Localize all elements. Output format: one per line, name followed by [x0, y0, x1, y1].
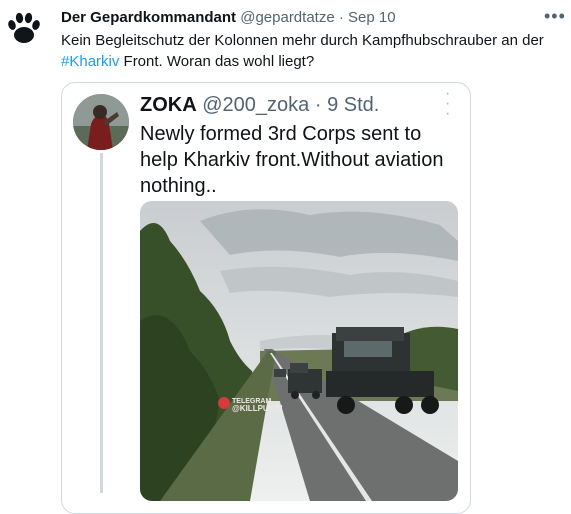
avatar[interactable]	[4, 8, 44, 48]
tweet[interactable]: Der Gepardkommandant @gepardtatze · Sep …	[0, 0, 571, 514]
hashtag-link[interactable]: #Kharkiv	[61, 53, 119, 70]
separator: ·	[314, 94, 322, 116]
quoted-text: Newly formed 3rd Corps sent to help Khar…	[140, 123, 444, 197]
quoted-display-name[interactable]: ZOKA	[140, 94, 197, 116]
profile-photo	[73, 94, 129, 150]
telegram-icon	[218, 397, 230, 409]
handle[interactable]: @gepardtatze	[240, 9, 334, 26]
quoted-timestamp[interactable]: 9 Std.	[327, 94, 379, 116]
video-thumbnail[interactable]: TELEGRAM @KILLPUKIN	[140, 201, 458, 501]
paw-icon	[8, 12, 40, 43]
watermark: TELEGRAM @KILLPUKIN	[232, 398, 283, 413]
quoted-avatar[interactable]	[73, 94, 129, 150]
road-convoy-image	[140, 201, 458, 501]
quoted-handle[interactable]: @200_zoka	[202, 94, 309, 116]
tweet-header: Der Gepardkommandant @gepardtatze · Sep …	[61, 9, 396, 26]
quoted-tweet[interactable]: ZOKA @200_zoka · 9 Std. · · · Newly formed…	[61, 82, 471, 514]
display-name[interactable]: Der Gepardkommandant	[61, 9, 236, 26]
quoted-header: ZOKA @200_zoka · 9 Std.	[140, 94, 379, 117]
tweet-text-part: Front. Woran das wohl liegt?	[119, 53, 315, 70]
watermark-line: @KILLPUKIN	[232, 404, 283, 413]
quoted-more-icon[interactable]: · · ·	[445, 86, 450, 122]
thread-line	[100, 153, 103, 493]
separator: ·	[338, 9, 344, 26]
tweet-text-part: Kein Begleitschutz der Kolonnen mehr dur…	[61, 32, 544, 49]
tweet-text: Kein Begleitschutz der Kolonnen mehr dur…	[61, 30, 561, 72]
timestamp[interactable]: Sep 10	[348, 9, 396, 26]
more-icon[interactable]: •••	[544, 6, 566, 27]
